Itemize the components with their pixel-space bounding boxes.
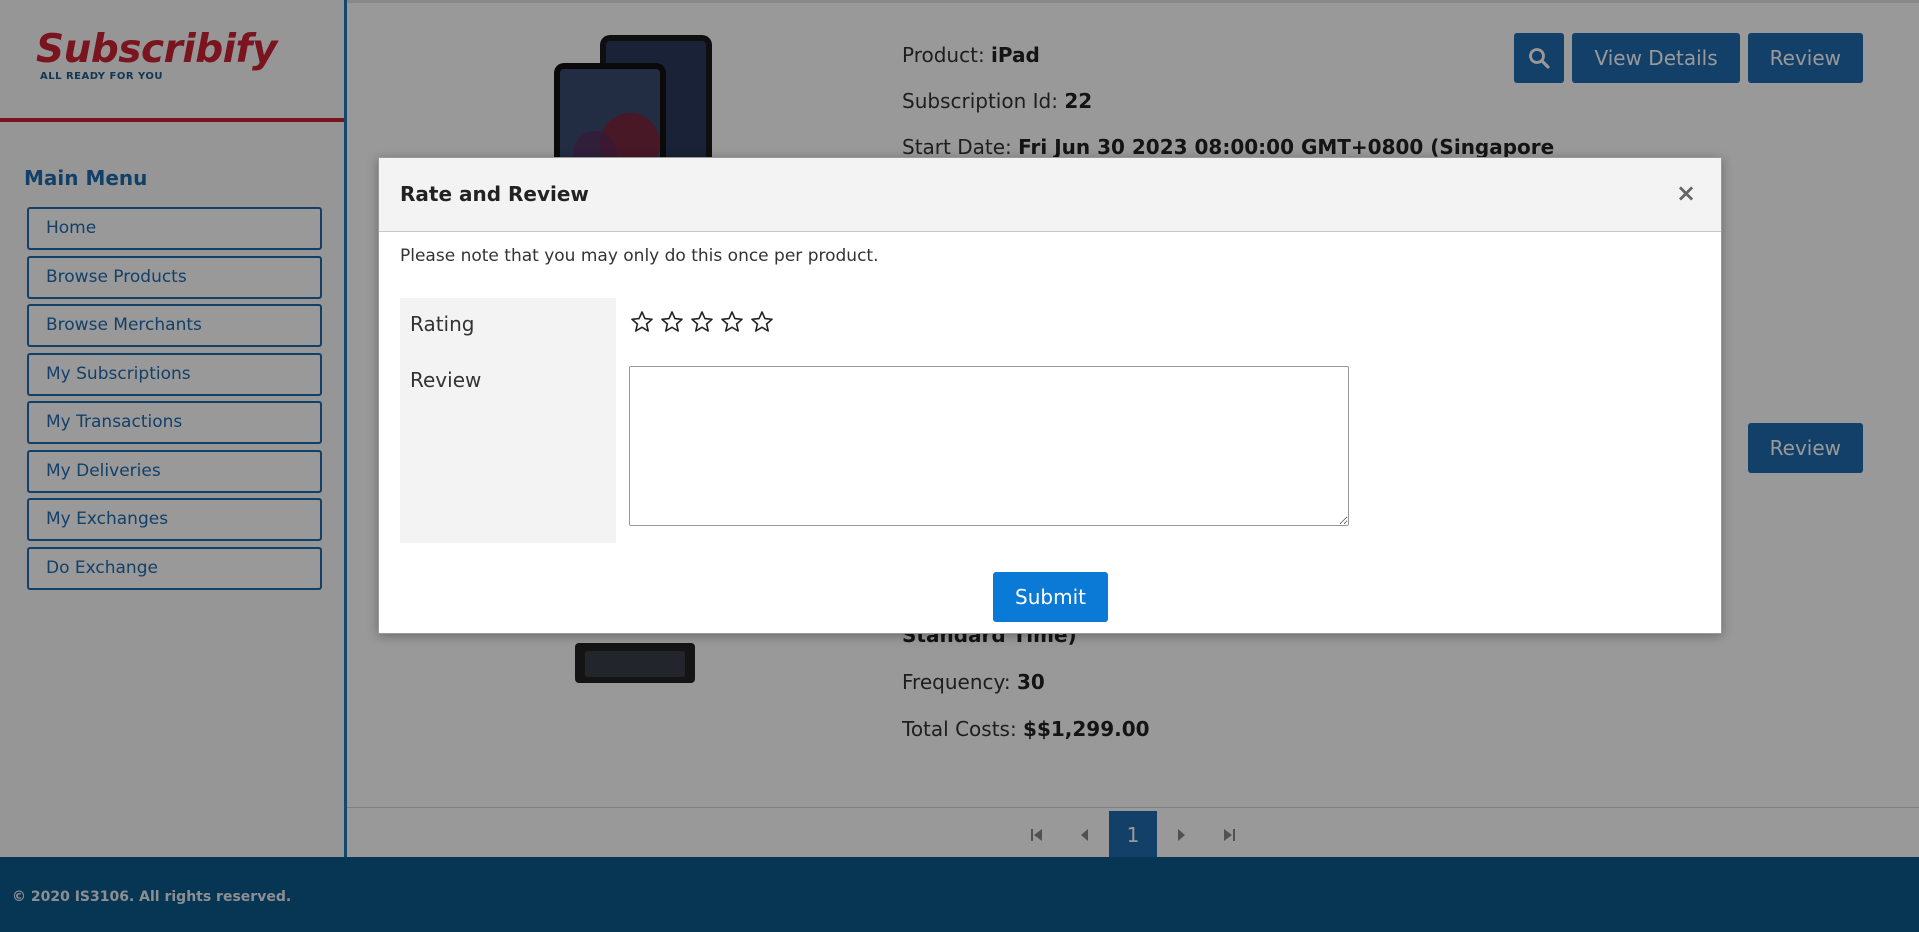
- rate-review-modal: Rate and Review × Please note that you m…: [378, 157, 1722, 634]
- review-label: Review: [410, 368, 482, 392]
- modal-note: Please note that you may only do this on…: [400, 246, 879, 266]
- star-2-icon[interactable]: [660, 310, 684, 334]
- star-1-icon[interactable]: [630, 310, 654, 334]
- rating-stars: [630, 310, 774, 334]
- rating-label: Rating: [410, 312, 475, 336]
- close-button[interactable]: ×: [1671, 178, 1701, 208]
- modal-header: Rate and Review ×: [379, 158, 1721, 232]
- modal-title: Rate and Review: [400, 182, 589, 206]
- submit-button[interactable]: Submit: [993, 572, 1108, 622]
- star-5-icon[interactable]: [750, 310, 774, 334]
- star-3-icon[interactable]: [690, 310, 714, 334]
- star-4-icon[interactable]: [720, 310, 744, 334]
- review-textarea[interactable]: [629, 366, 1349, 526]
- form-label-column: Rating Review: [400, 298, 616, 543]
